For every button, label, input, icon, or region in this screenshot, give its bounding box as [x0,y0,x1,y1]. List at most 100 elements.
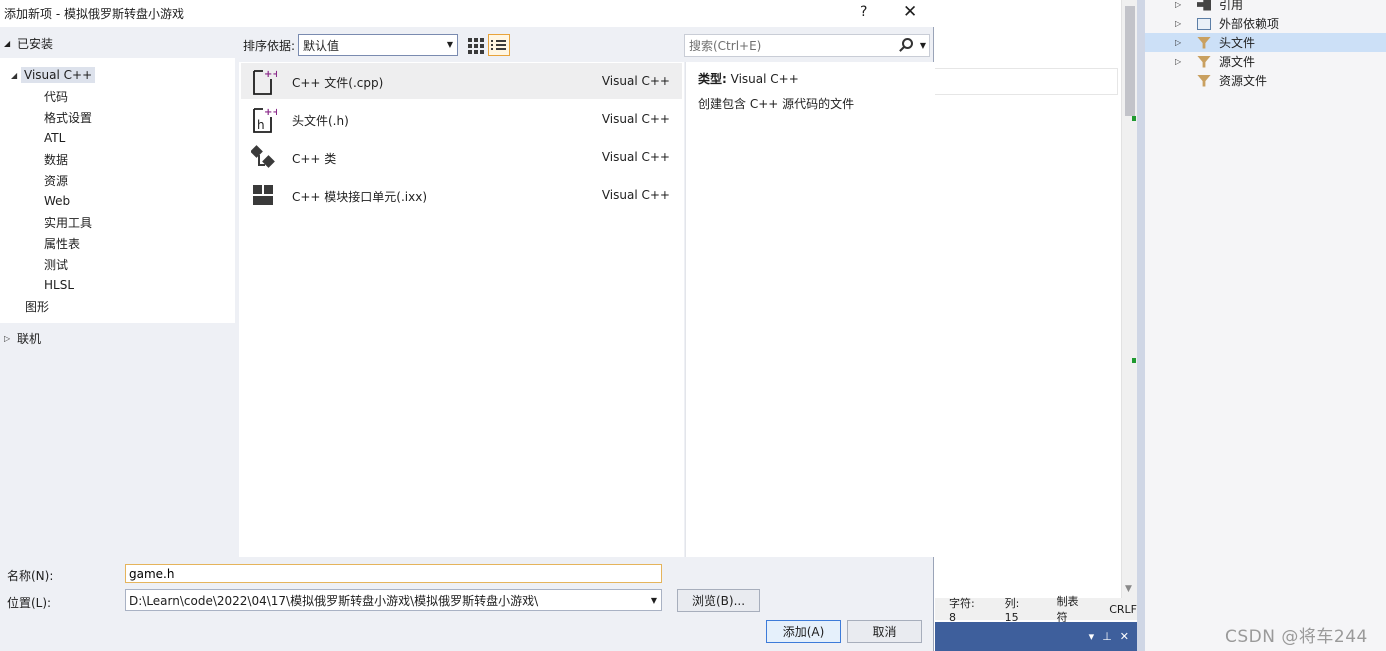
solution-item-label: 外部依赖项 [1219,17,1280,31]
solution-explorer: ▷ 引用 ▷ 外部依赖项 ▷ 头文件 ▷ 源文件 ▷ 资源文件 [1145,0,1386,651]
tree-node-hlsl[interactable]: HLSL [44,275,74,295]
tree-node-label: Visual C++ [21,67,96,83]
search-icon[interactable] [902,38,913,49]
solution-item-references[interactable]: ▷ 引用 [1145,0,1386,14]
svg-text:++: ++ [264,69,277,80]
name-label: 名称(N): [7,569,54,583]
tree-node-label: 测试 [44,257,69,272]
template-name: 头文件(.h) [292,114,349,128]
tree-node-property-sheets[interactable]: 属性表 [44,233,80,253]
status-column: 列: 15 [1004,596,1020,624]
location-value: D:\Learn\code\2022\04\17\模拟俄罗斯转盘小游戏\模拟俄罗… [129,593,539,608]
tree-node-graphics[interactable]: 图形 [25,296,49,316]
tree-node-label: 图形 [25,299,50,314]
search-box[interactable]: ▼ [684,34,930,57]
chevron-down-icon[interactable]: ▼ [920,41,926,50]
template-item-module-unit[interactable]: C++ 模块接口单元(.ixx) Visual C++ [241,177,682,213]
module-unit-icon [253,185,273,205]
editor-current-line [935,68,1118,95]
template-category: Visual C++ [601,188,670,202]
tree-node-visual-cpp[interactable]: ◢ Visual C++ [11,65,96,85]
tree-node-test[interactable]: 测试 [44,254,68,274]
chevron-down-icon[interactable]: ▼ [651,596,657,605]
solution-item-header-files[interactable]: ▷ 头文件 [1145,33,1386,52]
tree-node-label: 资源 [44,173,69,188]
scrollbar-thumb[interactable] [1125,6,1135,116]
close-button[interactable]: ✕ [903,2,917,22]
grid-view-icon[interactable] [466,36,484,54]
tree-node-label: 格式设置 [44,110,93,125]
expand-arrow-icon[interactable]: ▷ [1175,19,1185,28]
template-name: C++ 类 [292,152,337,166]
template-list: ++ C++ 文件(.cpp) Visual C++ h ++ 头文件(.h) … [239,62,684,557]
tree-node-utility[interactable]: 实用工具 [44,212,92,232]
add-button[interactable]: 添加(A) [766,620,841,643]
browse-button[interactable]: 浏览(B)... [677,589,760,612]
collapse-arrow-icon[interactable]: ◢ [4,39,17,48]
template-item-cpp-file[interactable]: ++ C++ 文件(.cpp) Visual C++ [241,63,682,99]
tree-node-resource[interactable]: 资源 [44,170,68,190]
filter-icon [1197,36,1211,49]
pane-splitter[interactable] [1137,0,1145,651]
help-button[interactable]: ? [860,4,867,20]
location-label: 位置(L): [7,596,52,610]
tree-node-label: HLSL [44,278,75,292]
status-eol[interactable]: CRLF [1109,603,1137,616]
editor-status-strip: 字符: 8 列: 15 制表符 CRLF [935,595,1137,624]
details-type-value: Visual C++ [730,72,799,86]
template-name: C++ 文件(.cpp) [292,76,384,90]
solution-item-label: 头文件 [1219,36,1256,50]
template-category: Visual C++ [601,150,670,164]
solution-item-external-deps[interactable]: ▷ 外部依赖项 [1145,14,1386,33]
status-tabs[interactable]: 制表符 [1057,593,1088,625]
panel-close-icon[interactable]: ✕ [1120,630,1129,643]
editor-vertical-scrollbar[interactable]: ▼ [1121,0,1137,600]
filter-icon [1197,55,1211,68]
watermark: CSDN @将车244 [1225,627,1368,647]
external-deps-icon [1197,17,1211,30]
expand-arrow-icon[interactable]: ▷ [1175,0,1185,9]
solution-item-label: 源文件 [1219,55,1256,69]
tree-node-formatting[interactable]: 格式设置 [44,107,92,127]
status-chars: 字符: 8 [949,596,975,624]
sort-dropdown[interactable]: 默认值 ▼ [298,34,458,56]
details-pane: 类型: Visual C++ 创建包含 C++ 源代码的文件 [685,62,934,557]
filter-icon [1197,74,1211,87]
solution-item-source-files[interactable]: ▷ 源文件 [1145,52,1386,71]
list-view-icon[interactable] [488,34,510,56]
template-item-cpp-class[interactable]: C++ 类 Visual C++ [241,139,682,175]
template-name: C++ 模块接口单元(.ixx) [292,190,428,204]
tree-node-data[interactable]: 数据 [44,149,68,169]
scroll-down-arrow-icon[interactable]: ▼ [1125,584,1132,594]
expand-arrow-icon[interactable]: ▷ [1175,57,1185,66]
scroll-marker-green [1132,358,1136,363]
template-category: Visual C++ [601,112,670,126]
references-icon [1197,0,1211,11]
details-description: 创建包含 C++ 源代码的文件 [698,97,855,111]
collapse-arrow-icon[interactable]: ◢ [11,71,21,80]
details-type-label: 类型: [698,72,727,86]
category-pane: ◢ 已安装 ◢ Visual C++ 代码 格式设置 ATL 数据 资源 Web… [0,27,235,557]
tree-node-code[interactable]: 代码 [44,86,68,106]
tree-node-installed[interactable]: ◢ 已安装 [0,30,235,56]
tree-node-web[interactable]: Web [44,191,70,211]
chevron-down-icon: ▼ [446,40,453,49]
dialog-titlebar[interactable]: 添加新项 - 模拟俄罗斯转盘小游戏 ? ✕ [0,0,934,27]
search-input[interactable] [689,38,889,53]
template-category: Visual C++ [601,74,670,88]
tree-node-label: ATL [44,131,66,145]
panel-dropdown-icon[interactable]: ▾ [1089,630,1095,643]
location-dropdown[interactable]: D:\Learn\code\2022\04\17\模拟俄罗斯转盘小游戏\模拟俄罗… [125,589,662,611]
expand-arrow-icon[interactable]: ▷ [4,334,17,343]
solution-item-resource-files[interactable]: ▷ 资源文件 [1145,71,1386,90]
tree-node-online[interactable]: ▷ 联机 [4,328,41,348]
name-input[interactable] [125,564,662,583]
tree-node-label: 实用工具 [44,215,93,230]
expand-arrow-icon[interactable]: ▷ [1175,38,1185,47]
template-item-header-file[interactable]: h ++ 头文件(.h) Visual C++ [241,101,682,137]
panel-pin-icon[interactable]: ⊥ [1102,630,1112,643]
tree-node-atl[interactable]: ATL [44,128,65,148]
cancel-button[interactable]: 取消 [847,620,922,643]
tree-node-label: 已安装 [17,36,54,51]
output-panel-header: ▾ ⊥ ✕ [935,622,1137,651]
